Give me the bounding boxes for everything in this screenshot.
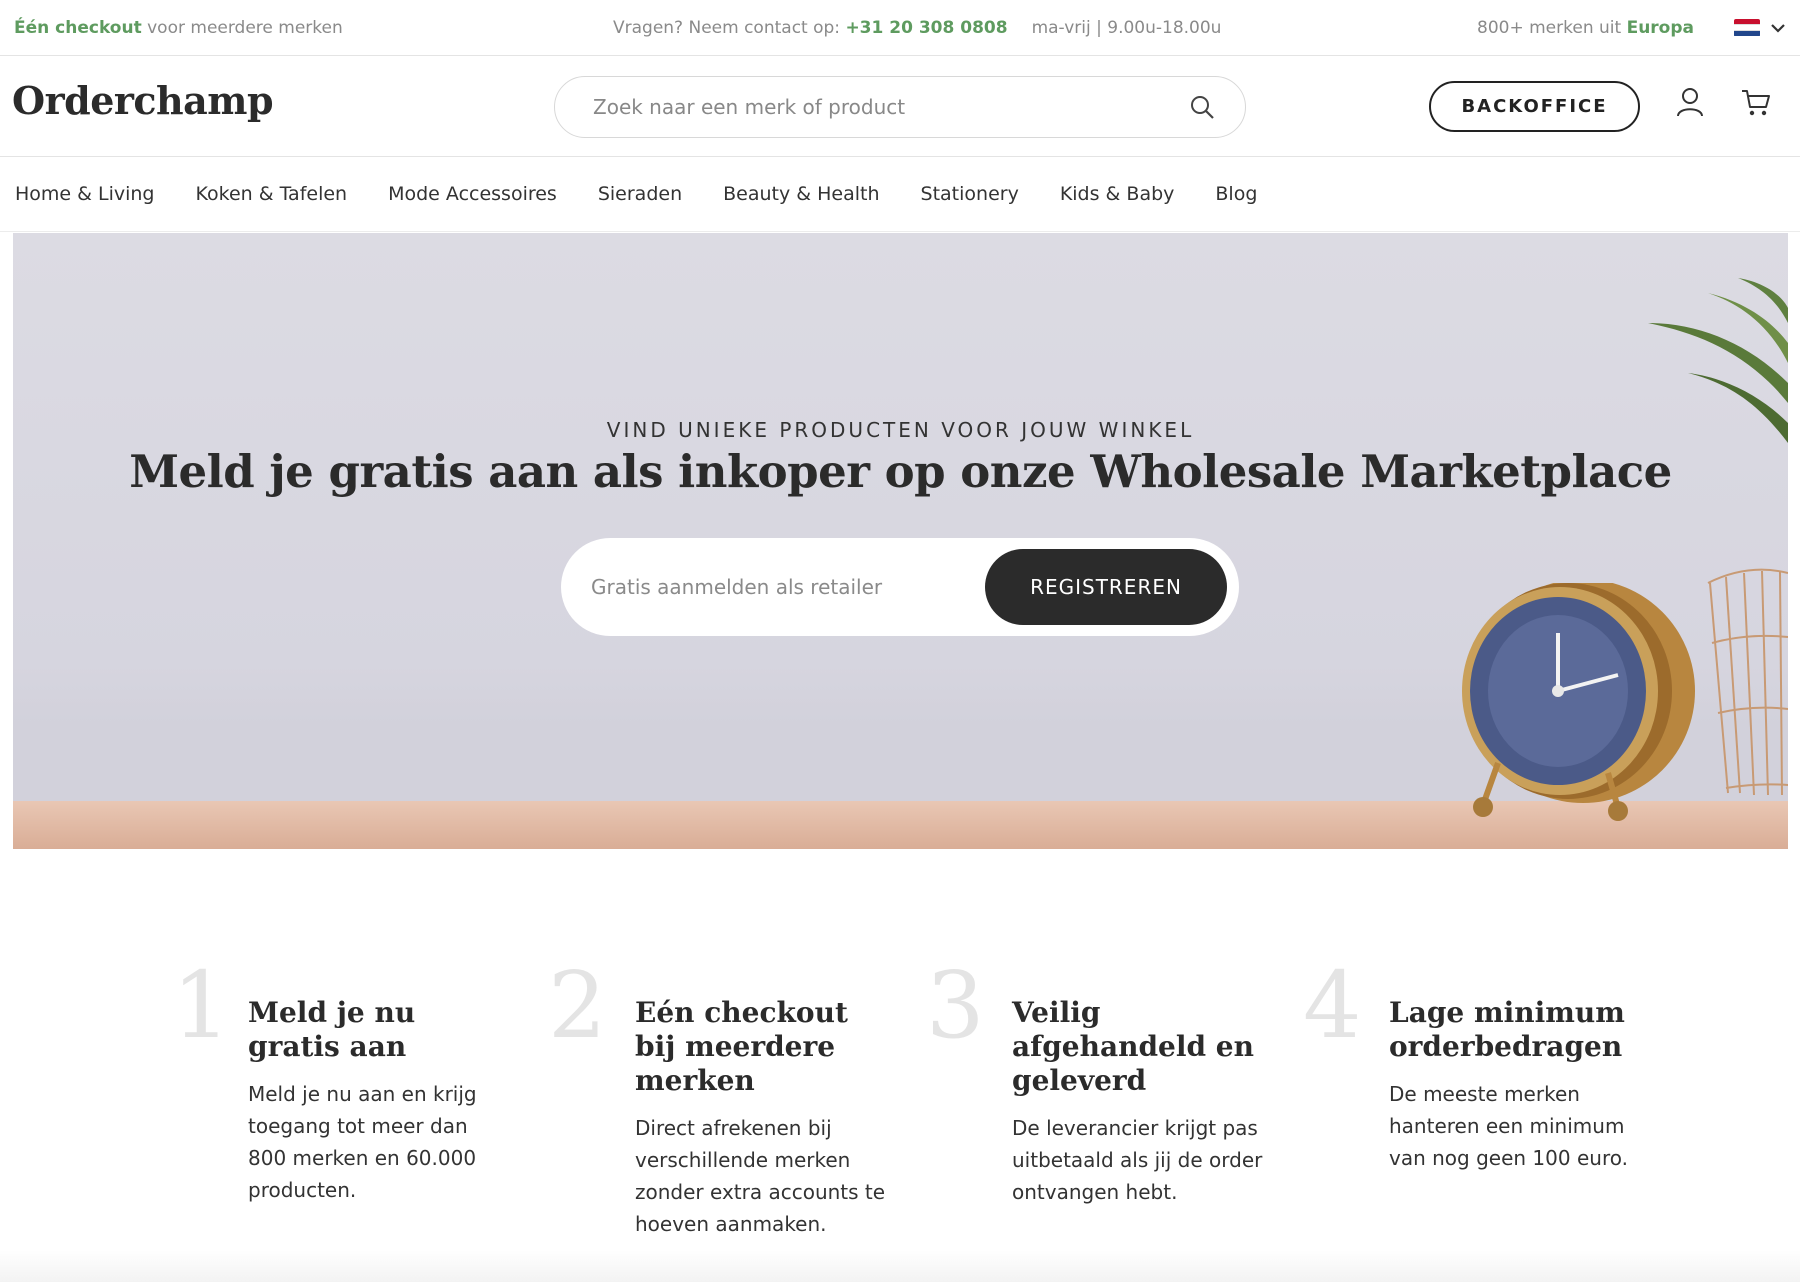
search-input[interactable] [593, 95, 1189, 119]
signup-form: REGISTREREN [561, 538, 1239, 636]
step-description: De leverancier krijgt pas uitbetaald als… [1012, 1116, 1263, 1204]
category-nav: Home & Living Koken & Tafelen Mode Acces… [0, 157, 1800, 232]
tagline-highlight: Één checkout [14, 17, 142, 38]
nav-item-stationery[interactable]: Stationery [921, 183, 1019, 205]
bottom-fade [0, 1250, 1800, 1282]
hero-banner: VIND UNIEKE PRODUCTEN VOOR JOUW WINKEL M… [13, 233, 1788, 849]
phone-link[interactable]: +31 20 308 0808 [845, 18, 1007, 38]
topbar-tagline: Één checkout voor meerdere merken [14, 18, 343, 38]
opening-hours: ma-vrij | 9.00u-18.00u [1031, 17, 1222, 38]
nav-item-kids-baby[interactable]: Kids & Baby [1060, 183, 1175, 205]
hero-title: Meld je gratis aan als inkoper op onze W… [129, 445, 1672, 498]
orderchamp-logo[interactable]: Orderchamp [12, 78, 274, 123]
backoffice-button[interactable]: BACKOFFICE [1429, 81, 1640, 132]
hero-kicker: VIND UNIEKE PRODUCTEN VOOR JOUW WINKEL [606, 418, 1195, 442]
step-number: 4 [1303, 952, 1362, 1059]
benefits-steps: 1 Meld je nu gratis aan Meld je nu aan e… [0, 960, 1800, 1282]
alarm-clock-decoration-icon [1462, 583, 1695, 821]
step-number: 2 [548, 952, 607, 1059]
top-bar: Één checkout voor meerdere merken Vragen… [0, 0, 1800, 56]
nav-item-blog[interactable]: Blog [1215, 183, 1257, 205]
chevron-down-icon [1771, 23, 1785, 33]
step-description: Meld je nu aan en krijg toegang tot meer… [248, 1082, 477, 1202]
retailer-signup-input[interactable] [591, 575, 951, 599]
brands-prefix: 800+ merken uit [1477, 17, 1627, 38]
topbar-contact: Vragen? Neem contact op: +31 20 308 0808… [613, 18, 1221, 38]
user-account-icon[interactable] [1675, 86, 1705, 118]
step-content: Meld je nu gratis aan Meld je nu aan en … [248, 996, 503, 1206]
nav-item-beauty-health[interactable]: Beauty & Health [723, 183, 879, 205]
step-title: Meld je nu gratis aan [248, 996, 416, 1063]
nav-item-home-living[interactable]: Home & Living [15, 183, 155, 205]
nav-item-koken-tafelen[interactable]: Koken & Tafelen [196, 183, 348, 205]
step-title: Veilig afgehandeld en geleverd [1012, 996, 1254, 1097]
shopping-cart-icon[interactable] [1740, 88, 1772, 118]
nav-item-mode-accessoires[interactable]: Mode Accessoires [388, 183, 557, 205]
contact-prefix: Vragen? Neem contact op: [613, 17, 846, 38]
nav-item-sieraden[interactable]: Sieraden [598, 183, 682, 205]
step-content: Eén checkout bij meerdere merken Direct … [635, 996, 895, 1240]
step-title: Eén checkout bij meerdere merken [635, 996, 848, 1097]
step-description: Direct afrekenen bij verschillende merke… [635, 1116, 886, 1236]
search-bar[interactable] [554, 76, 1246, 138]
step-content: Lage minimum orderbedragen De meeste mer… [1389, 996, 1654, 1174]
language-selector[interactable] [1734, 18, 1786, 37]
step-content: Veilig afgehandeld en geleverd De levera… [1012, 996, 1277, 1208]
tagline-rest: voor meerdere merken [141, 17, 343, 38]
topbar-right: 800+ merken uit Europa [1477, 18, 1786, 38]
brands-count: 800+ merken uit Europa [1477, 18, 1694, 38]
dutch-flag-icon [1734, 18, 1760, 37]
contact-info: Vragen? Neem contact op: +31 20 308 0808 [613, 18, 1008, 38]
brands-region: Europa [1626, 17, 1694, 38]
step-number: 3 [926, 952, 985, 1059]
register-button[interactable]: REGISTREREN [985, 549, 1227, 625]
step-title: Lage minimum orderbedragen [1389, 996, 1625, 1063]
main-header: Orderchamp BACKOFFICE [0, 56, 1800, 157]
step-number: 1 [172, 952, 231, 1059]
search-icon[interactable] [1189, 94, 1215, 120]
step-description: De meeste merken hanteren een minimum va… [1389, 1082, 1628, 1170]
